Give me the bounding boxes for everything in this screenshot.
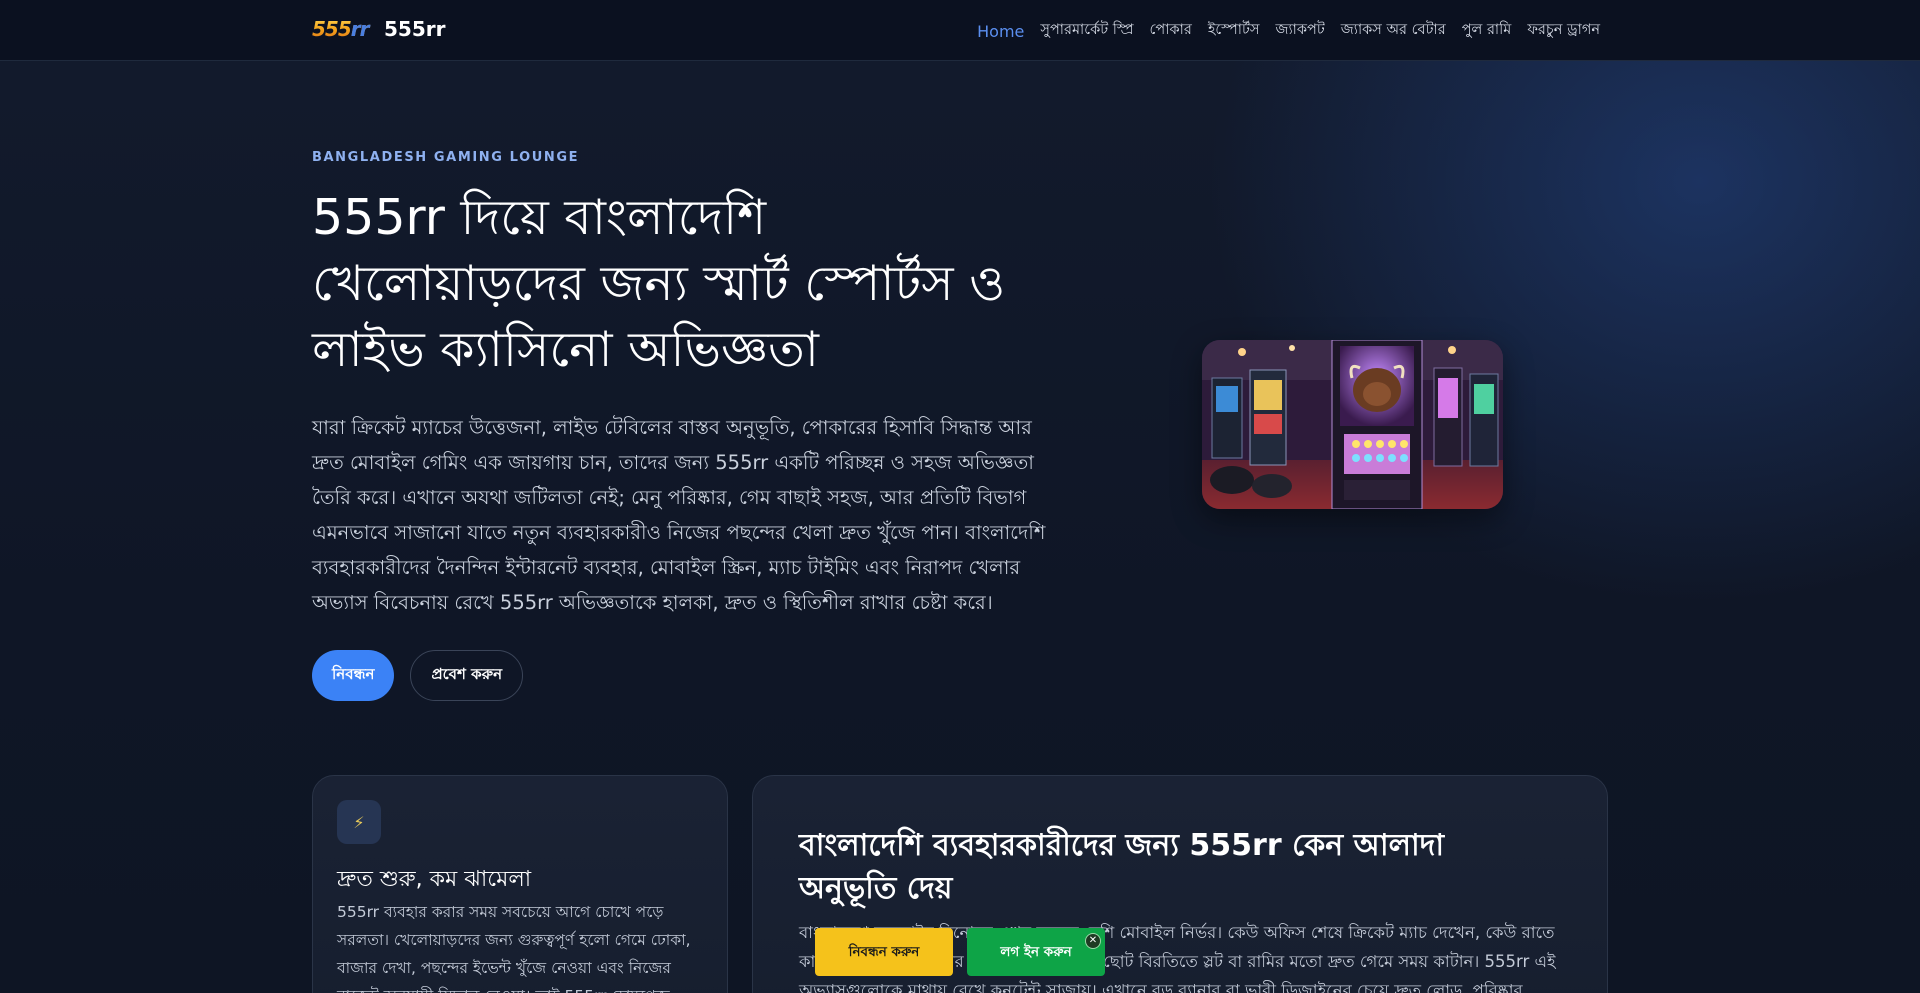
floating-cta-bar: নিবন্ধন করুন লগ ইন করুন ✕ <box>815 928 1105 976</box>
nav-item-supermarket-spree[interactable]: সুপারমার্কেট স্প্রি <box>1040 19 1133 43</box>
brand-logo-text: 555rr <box>312 17 370 41</box>
nav-item-fortune-dragon[interactable]: ফরচুন ড্রাগন <box>1527 19 1600 43</box>
login-button[interactable]: প্রবেশ করুন <box>410 650 524 701</box>
feature-card-quick-start: ⚡ দ্রুত শুরু, কম ঝামেলা 555rr ব্যবহার কর… <box>312 775 728 993</box>
brand[interactable]: 555rr 555rr <box>312 17 446 41</box>
floating-login-label: লগ ইন করুন <box>1000 943 1072 960</box>
feature-card-title: দ্রুত শুরু, কম ঝামেলা <box>337 867 532 892</box>
close-icon[interactable]: ✕ <box>1085 933 1101 949</box>
hero-title: 555rr দিয়ে বাংলাদেশি খেলোয়াড়দের জন্য … <box>312 189 1006 378</box>
floating-login-button[interactable]: লগ ইন করুন ✕ <box>967 928 1105 976</box>
hero-section: BANGLADESH GAMING LOUNGE 555rr দিয়ে বাং… <box>312 150 1072 701</box>
register-button[interactable]: নিবন্ধন <box>312 650 395 701</box>
nav-item-jackpot[interactable]: জ্যাকপট <box>1276 19 1325 43</box>
nav-item-esports[interactable]: ইস্পোর্টস <box>1208 19 1260 43</box>
site-header: 555rr 555rr Home সুপারমার্কেট স্প্রি পোক… <box>0 0 1920 61</box>
feature-card-text: 555rr ব্যবহার করার সময় সবচেয়ে আগে চোখে… <box>337 903 691 993</box>
floating-register-button[interactable]: নিবন্ধন করুন <box>815 928 953 976</box>
nav-item-jacks-or-better[interactable]: জ্যাকস অর বেটার <box>1341 19 1446 43</box>
brand-name[interactable]: 555rr <box>384 17 445 41</box>
slot-machines-illustration <box>1202 340 1503 509</box>
hero-casino-image <box>1202 340 1503 509</box>
hero-eyebrow: BANGLADESH GAMING LOUNGE <box>312 150 580 165</box>
main-nav: Home সুপারমার্কেট স্প্রি পোকার ইস্পোর্টস… <box>977 19 1600 43</box>
why-555rr-title: বাংলাদেশি ব্যবহারকারীদের জন্য 555rr কেন … <box>799 828 1445 906</box>
nav-item-home[interactable]: Home <box>977 22 1024 41</box>
hero-description: যারা ক্রিকেট ম্যাচের উত্তেজনা, লাইভ টেবি… <box>312 416 1046 614</box>
nav-item-poker[interactable]: পোকার <box>1150 19 1192 43</box>
nav-item-pool-rummy[interactable]: পুল রামি <box>1462 19 1512 43</box>
lightning-icon: ⚡ <box>337 800 381 844</box>
brand-logo[interactable]: 555rr <box>312 17 380 41</box>
hero-buttons: নিবন্ধন প্রবেশ করুন <box>312 650 1072 701</box>
